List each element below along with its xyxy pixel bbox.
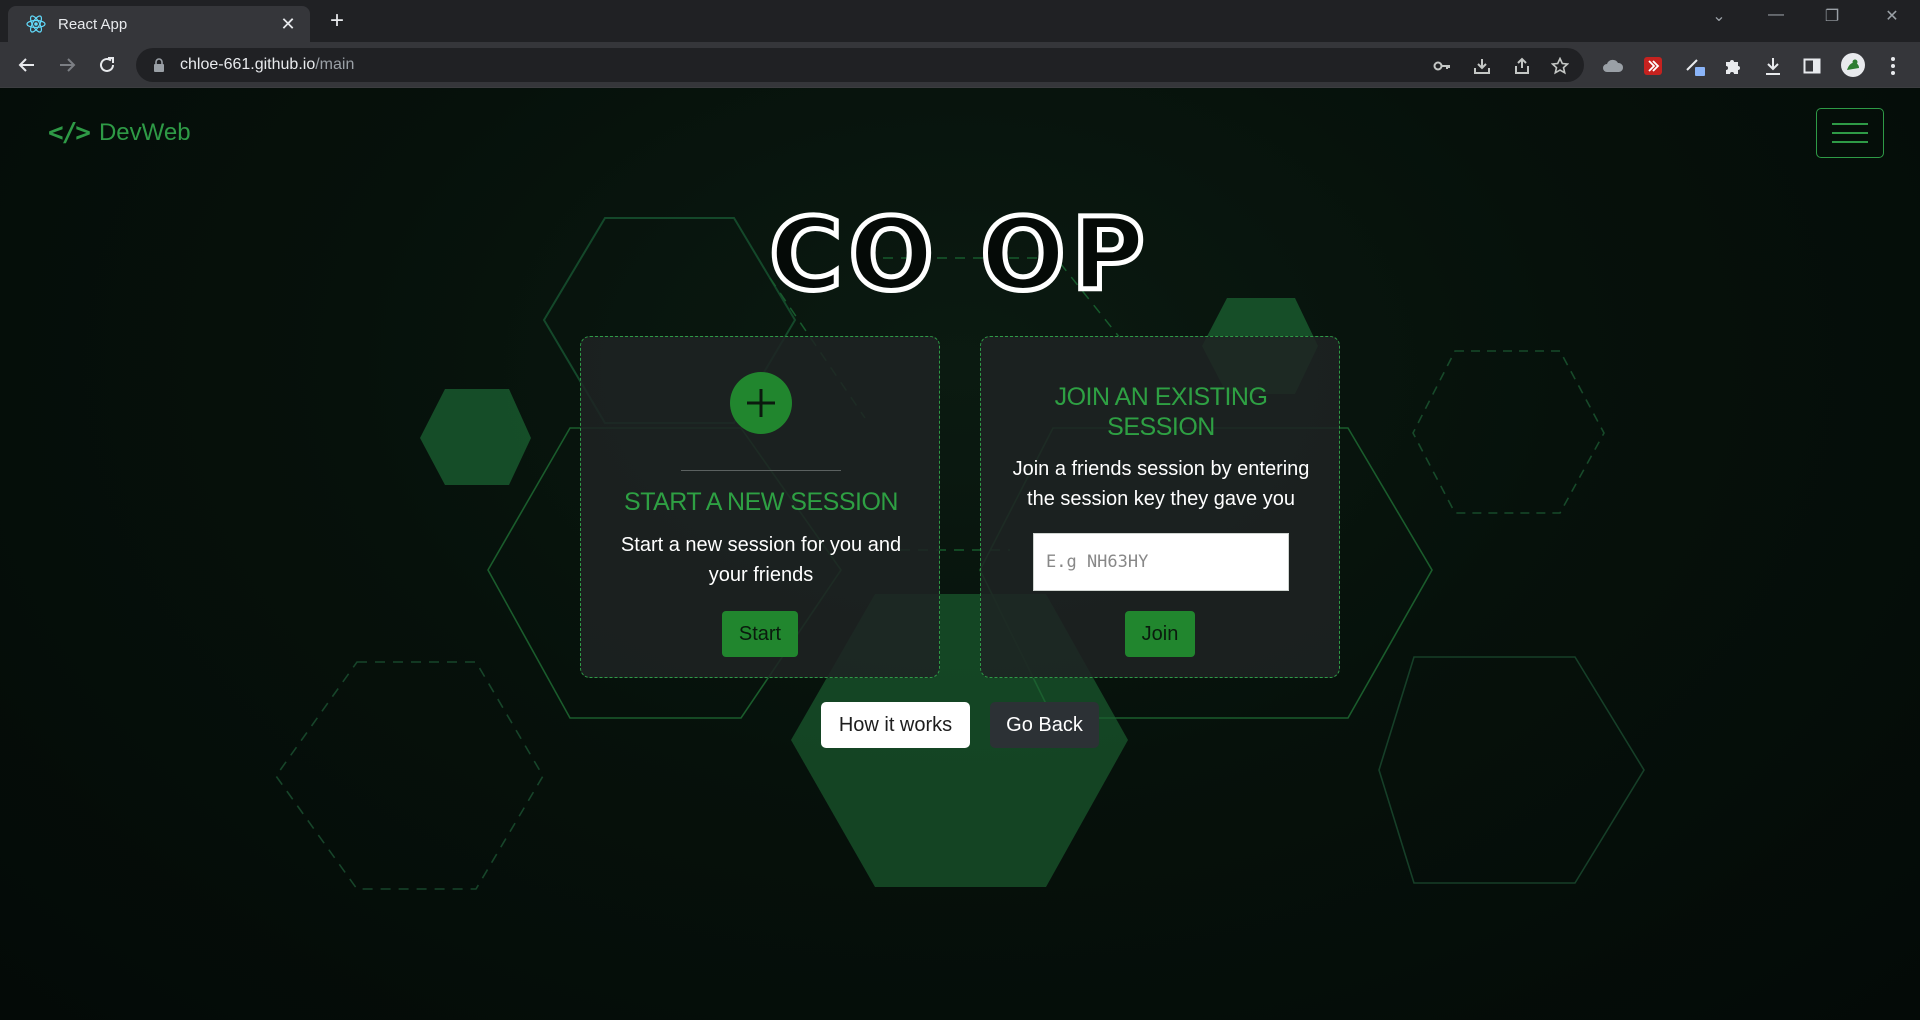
address-bar[interactable]: chloe-661.github.io/main [136, 48, 1584, 82]
new-session-description: Start a new session for you and your fri… [620, 534, 902, 586]
url-text: chloe-661.github.io/main [180, 56, 354, 74]
back-icon[interactable] [12, 51, 42, 79]
extension-red-icon[interactable] [1642, 55, 1664, 77]
url-path: /main [315, 56, 355, 73]
page-title: CO OP [767, 194, 1151, 316]
url-host: chloe-661.github.io [180, 56, 316, 73]
minimize-button[interactable]: — [1756, 6, 1796, 24]
new-tab-button[interactable]: + [322, 9, 352, 35]
tab-search-icon[interactable]: ⌄ [1699, 6, 1739, 26]
join-button[interactable]: Join [1125, 611, 1195, 657]
react-icon [26, 14, 46, 34]
extensions-puzzle-icon[interactable] [1722, 55, 1744, 77]
browser-titlebar: React App ✕ + ⌄ — ❐ ✕ [0, 0, 1920, 42]
share-icon[interactable] [1512, 56, 1532, 76]
reload-icon[interactable] [92, 51, 122, 79]
profile-avatar[interactable] [1840, 52, 1866, 78]
join-session-card: JOIN AN EXISTING SESSION Join a friends … [980, 336, 1340, 678]
start-button[interactable]: Start [722, 611, 798, 657]
brand-name: DevWeb [98, 119, 191, 146]
go-back-button[interactable]: Go Back [990, 702, 1099, 748]
downloads-icon[interactable] [1762, 55, 1784, 77]
bookmark-star-icon[interactable] [1550, 56, 1570, 76]
browser-menu-icon[interactable] [1882, 55, 1904, 77]
browser-tab[interactable]: React App ✕ [8, 6, 310, 42]
side-panel-icon[interactable] [1801, 55, 1823, 77]
join-session-heading: JOIN AN EXISTING SESSION [1054, 383, 1268, 441]
code-icon: </> [48, 118, 91, 148]
join-session-description: Join a friends session by entering the s… [1012, 458, 1310, 510]
hamburger-menu-icon[interactable] [1816, 108, 1884, 158]
restore-button[interactable]: ❐ [1812, 6, 1852, 26]
session-key-input[interactable] [1033, 533, 1289, 591]
extension-pen-icon[interactable] [1684, 55, 1706, 77]
extension-cloud-icon[interactable] [1602, 55, 1624, 77]
card-divider [681, 470, 841, 471]
brand[interactable]: </> DevWeb [48, 118, 191, 148]
new-session-heading: START A NEW SESSION [624, 488, 898, 516]
tab-close-icon[interactable]: ✕ [278, 14, 298, 35]
new-session-card: START A NEW SESSION Start a new session … [580, 336, 940, 678]
lock-icon [152, 57, 166, 73]
close-window-button[interactable]: ✕ [1872, 6, 1912, 26]
page: </> DevWeb CO OP START A NEW SESSION Sta… [0, 88, 1920, 1020]
tab-title: React App [58, 15, 128, 33]
install-icon[interactable] [1472, 56, 1492, 76]
plus-icon[interactable] [730, 372, 792, 434]
forward-icon[interactable] [52, 51, 82, 79]
key-icon[interactable] [1432, 56, 1452, 76]
how-it-works-button[interactable]: How it works [821, 702, 970, 748]
browser-toolbar: chloe-661.github.io/main [0, 42, 1920, 88]
